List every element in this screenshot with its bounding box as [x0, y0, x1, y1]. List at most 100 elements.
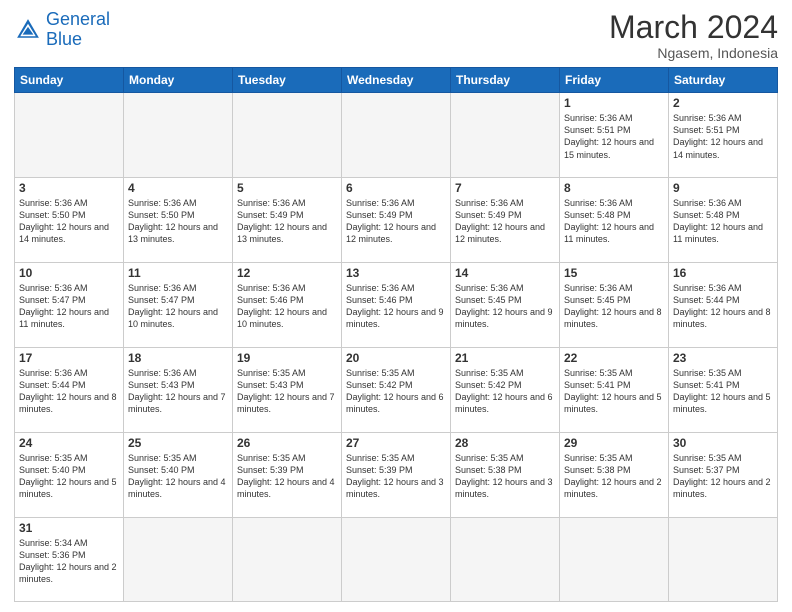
day-number: 19	[237, 351, 337, 365]
table-row: 15 Sunrise: 5:36 AM Sunset: 5:45 PM Dayli…	[560, 262, 669, 347]
day-info: Sunrise: 5:36 AM Sunset: 5:47 PM Dayligh…	[128, 282, 228, 331]
table-row	[451, 93, 560, 178]
day-info: Sunrise: 5:36 AM Sunset: 5:47 PM Dayligh…	[19, 282, 119, 331]
table-row: 11 Sunrise: 5:36 AM Sunset: 5:47 PM Dayli…	[124, 262, 233, 347]
table-row	[669, 517, 778, 601]
table-row	[451, 517, 560, 601]
main-title: March 2024	[609, 10, 778, 45]
calendar-table: Sunday Monday Tuesday Wednesday Thursday…	[14, 67, 778, 602]
day-number: 9	[673, 181, 773, 195]
table-row: 6 Sunrise: 5:36 AM Sunset: 5:49 PM Daylig…	[342, 178, 451, 263]
table-row: 25 Sunrise: 5:35 AM Sunset: 5:40 PM Dayli…	[124, 432, 233, 517]
day-info: Sunrise: 5:34 AM Sunset: 5:36 PM Dayligh…	[19, 537, 119, 586]
table-row: 9 Sunrise: 5:36 AM Sunset: 5:48 PM Daylig…	[669, 178, 778, 263]
day-number: 26	[237, 436, 337, 450]
day-info: Sunrise: 5:36 AM Sunset: 5:48 PM Dayligh…	[673, 197, 773, 246]
day-number: 4	[128, 181, 228, 195]
day-info: Sunrise: 5:35 AM Sunset: 5:38 PM Dayligh…	[564, 452, 664, 501]
day-number: 5	[237, 181, 337, 195]
col-saturday: Saturday	[669, 68, 778, 93]
day-number: 23	[673, 351, 773, 365]
table-row	[233, 93, 342, 178]
table-row	[342, 93, 451, 178]
table-row: 14Sunrise: 5:36 AM Sunset: 5:45 PM Dayli…	[451, 262, 560, 347]
col-friday: Friday	[560, 68, 669, 93]
day-number: 25	[128, 436, 228, 450]
day-number: 10	[19, 266, 119, 280]
table-row: 1Sunrise: 5:36 AM Sunset: 5:51 PM Daylig…	[560, 93, 669, 178]
day-number: 11	[128, 266, 228, 280]
table-row	[560, 517, 669, 601]
subtitle: Ngasem, Indonesia	[609, 45, 778, 61]
day-info: Sunrise: 5:35 AM Sunset: 5:42 PM Dayligh…	[346, 367, 446, 416]
col-thursday: Thursday	[451, 68, 560, 93]
day-number: 16	[673, 266, 773, 280]
day-info: Sunrise: 5:36 AM Sunset: 5:43 PM Dayligh…	[128, 367, 228, 416]
day-info: Sunrise: 5:35 AM Sunset: 5:39 PM Dayligh…	[237, 452, 337, 501]
day-number: 13	[346, 266, 446, 280]
logo: GeneralBlue	[14, 10, 110, 50]
table-row: 27 Sunrise: 5:35 AM Sunset: 5:39 PM Dayli…	[342, 432, 451, 517]
day-info: Sunrise: 5:35 AM Sunset: 5:39 PM Dayligh…	[346, 452, 446, 501]
day-info: Sunrise: 5:36 AM Sunset: 5:51 PM Dayligh…	[673, 112, 773, 161]
table-row: 8Sunrise: 5:36 AM Sunset: 5:48 PM Daylig…	[560, 178, 669, 263]
day-number: 22	[564, 351, 664, 365]
table-row: 20 Sunrise: 5:35 AM Sunset: 5:42 PM Dayli…	[342, 347, 451, 432]
day-info: Sunrise: 5:35 AM Sunset: 5:40 PM Dayligh…	[128, 452, 228, 501]
logo-icon	[14, 16, 42, 44]
col-wednesday: Wednesday	[342, 68, 451, 93]
page: GeneralBlue March 2024 Ngasem, Indonesia…	[0, 0, 792, 612]
day-info: Sunrise: 5:36 AM Sunset: 5:48 PM Dayligh…	[564, 197, 664, 246]
day-info: Sunrise: 5:35 AM Sunset: 5:43 PM Dayligh…	[237, 367, 337, 416]
table-row: 5 Sunrise: 5:36 AM Sunset: 5:49 PM Daylig…	[233, 178, 342, 263]
day-number: 1	[564, 96, 664, 110]
day-info: Sunrise: 5:35 AM Sunset: 5:40 PM Dayligh…	[19, 452, 119, 501]
day-number: 18	[128, 351, 228, 365]
table-row	[15, 93, 124, 178]
table-row: 26 Sunrise: 5:35 AM Sunset: 5:39 PM Dayli…	[233, 432, 342, 517]
table-row: 13Sunrise: 5:36 AM Sunset: 5:46 PM Dayli…	[342, 262, 451, 347]
day-info: Sunrise: 5:36 AM Sunset: 5:49 PM Dayligh…	[237, 197, 337, 246]
header-row: Sunday Monday Tuesday Wednesday Thursday…	[15, 68, 778, 93]
day-info: Sunrise: 5:36 AM Sunset: 5:49 PM Dayligh…	[455, 197, 555, 246]
table-row: 30Sunrise: 5:35 AM Sunset: 5:37 PM Dayli…	[669, 432, 778, 517]
day-number: 17	[19, 351, 119, 365]
day-info: Sunrise: 5:36 AM Sunset: 5:50 PM Dayligh…	[19, 197, 119, 246]
day-info: Sunrise: 5:35 AM Sunset: 5:41 PM Dayligh…	[673, 367, 773, 416]
day-info: Sunrise: 5:36 AM Sunset: 5:44 PM Dayligh…	[673, 282, 773, 331]
table-row: 23 Sunrise: 5:35 AM Sunset: 5:41 PM Dayli…	[669, 347, 778, 432]
day-number: 7	[455, 181, 555, 195]
day-number: 21	[455, 351, 555, 365]
day-number: 31	[19, 521, 119, 535]
logo-text: GeneralBlue	[46, 10, 110, 50]
day-number: 29	[564, 436, 664, 450]
day-info: Sunrise: 5:36 AM Sunset: 5:46 PM Dayligh…	[237, 282, 337, 331]
day-number: 6	[346, 181, 446, 195]
table-row: 12Sunrise: 5:36 AM Sunset: 5:46 PM Dayli…	[233, 262, 342, 347]
table-row: 28 Sunrise: 5:35 AM Sunset: 5:38 PM Dayli…	[451, 432, 560, 517]
day-number: 3	[19, 181, 119, 195]
day-number: 27	[346, 436, 446, 450]
table-row: 7 Sunrise: 5:36 AM Sunset: 5:49 PM Daylig…	[451, 178, 560, 263]
table-row: 18 Sunrise: 5:36 AM Sunset: 5:43 PM Dayli…	[124, 347, 233, 432]
table-row: 29 Sunrise: 5:35 AM Sunset: 5:38 PM Dayli…	[560, 432, 669, 517]
day-number: 2	[673, 96, 773, 110]
day-info: Sunrise: 5:36 AM Sunset: 5:49 PM Dayligh…	[346, 197, 446, 246]
col-sunday: Sunday	[15, 68, 124, 93]
day-number: 15	[564, 266, 664, 280]
day-number: 28	[455, 436, 555, 450]
day-number: 30	[673, 436, 773, 450]
day-number: 24	[19, 436, 119, 450]
title-block: March 2024 Ngasem, Indonesia	[609, 10, 778, 61]
table-row: 16 Sunrise: 5:36 AM Sunset: 5:44 PM Dayli…	[669, 262, 778, 347]
table-row	[124, 517, 233, 601]
table-row: 2 Sunrise: 5:36 AM Sunset: 5:51 PM Daylig…	[669, 93, 778, 178]
day-number: 14	[455, 266, 555, 280]
table-row	[342, 517, 451, 601]
day-info: Sunrise: 5:35 AM Sunset: 5:38 PM Dayligh…	[455, 452, 555, 501]
header: GeneralBlue March 2024 Ngasem, Indonesia	[14, 10, 778, 61]
day-info: Sunrise: 5:36 AM Sunset: 5:50 PM Dayligh…	[128, 197, 228, 246]
table-row: 22Sunrise: 5:35 AM Sunset: 5:41 PM Dayli…	[560, 347, 669, 432]
day-number: 20	[346, 351, 446, 365]
day-info: Sunrise: 5:36 AM Sunset: 5:45 PM Dayligh…	[564, 282, 664, 331]
